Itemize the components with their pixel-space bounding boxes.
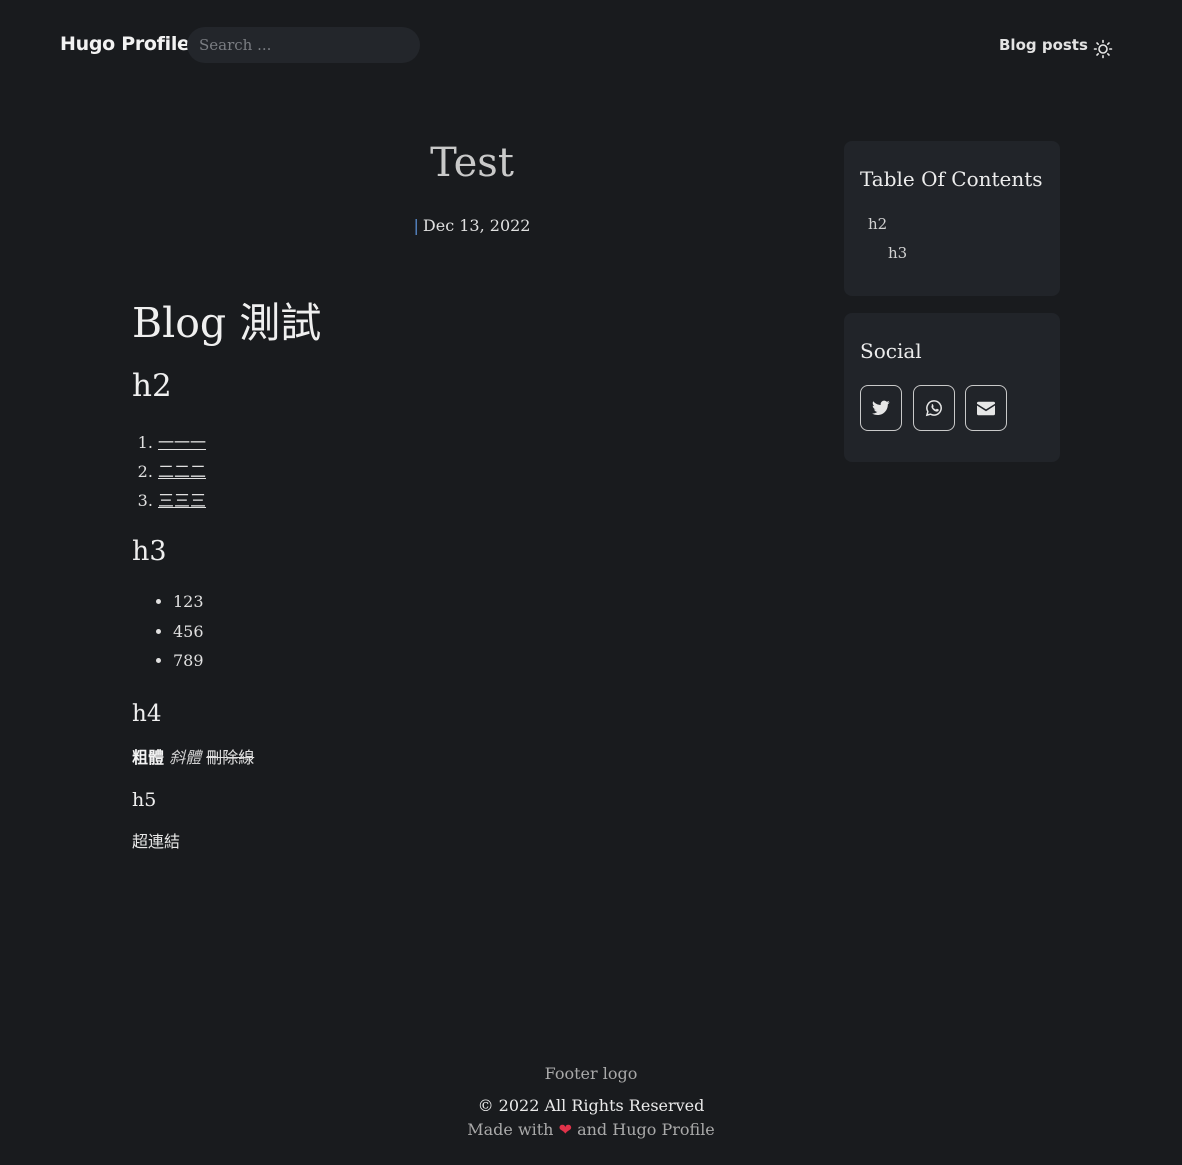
made-with-prefix: Made with	[467, 1120, 554, 1139]
content-heading-2: h2	[132, 368, 172, 404]
post-meta: | Dec 13, 2022	[132, 216, 812, 235]
content-heading-4: h4	[132, 700, 162, 727]
ordered-list-link[interactable]: 三三三	[158, 491, 206, 510]
toc-item-h3[interactable]: h3	[888, 244, 907, 262]
whatsapp-button[interactable]	[913, 385, 955, 431]
nav-blog-posts-link[interactable]: Blog posts	[999, 36, 1088, 54]
unordered-list-item: 123	[173, 587, 812, 617]
formatting-paragraph: 粗體 斜體 刪除線	[132, 746, 812, 770]
content-heading-1: Blog 測試	[132, 299, 322, 347]
bold-text: 粗體	[132, 747, 165, 767]
whatsapp-icon	[925, 400, 942, 417]
twitter-icon	[872, 400, 890, 416]
email-button[interactable]	[965, 385, 1007, 431]
heart-icon: ❤	[558, 1120, 572, 1139]
made-with-suffix: and Hugo Profile	[577, 1120, 715, 1139]
link-paragraph: 超連結	[132, 830, 812, 854]
unordered-list-item: 789	[173, 646, 812, 676]
strikethrough-text: 刪除線	[206, 747, 255, 767]
hyperlink[interactable]: 超連結	[132, 832, 180, 851]
footer-copyright: © 2022 All Rights Reserved	[477, 1096, 705, 1115]
content-heading-5: h5	[132, 788, 157, 811]
search-input[interactable]	[187, 27, 420, 63]
ordered-list-link[interactable]: 二二二	[158, 462, 206, 481]
post-date: Dec 13, 2022	[422, 216, 531, 235]
meta-separator: |	[413, 216, 419, 235]
sun-icon	[1093, 39, 1113, 59]
unordered-list-item: 456	[173, 617, 812, 647]
twitter-button[interactable]	[860, 385, 902, 431]
footer-logo: Footer logo	[544, 1064, 638, 1083]
navbar: Hugo Profile Blog posts	[0, 0, 1182, 92]
unordered-list: 123 456 789	[132, 587, 812, 676]
ordered-list-item: 三三三	[158, 486, 812, 515]
ordered-list: 一一一 二二二 三三三	[132, 428, 812, 515]
email-icon	[977, 401, 995, 415]
toc-title: Table Of Contents	[860, 167, 1043, 191]
toc-item-h2[interactable]: h2	[868, 215, 887, 233]
social-title: Social	[860, 339, 922, 363]
theme-toggle-button[interactable]	[1092, 38, 1114, 60]
italic-text: 斜體	[169, 747, 202, 767]
post-title: Test	[430, 140, 514, 186]
page: Hugo Profile Blog posts Test |Dec 13	[0, 0, 1182, 1165]
ordered-list-item: 二二二	[158, 457, 812, 486]
footer-made-with: Made with ❤ and Hugo Profile	[0, 1120, 1182, 1139]
post-content: Blog 測試 h2 一一一 二二二 三三三 h3 123 456 789 h4…	[132, 296, 812, 854]
brand-link[interactable]: Hugo Profile	[60, 33, 190, 55]
social-card: Social	[844, 313, 1060, 462]
ordered-list-link[interactable]: 一一一	[158, 433, 206, 452]
content-heading-3: h3	[132, 536, 167, 567]
ordered-list-item: 一一一	[158, 428, 812, 457]
toc-card: Table Of Contents h2 h3	[844, 141, 1060, 296]
